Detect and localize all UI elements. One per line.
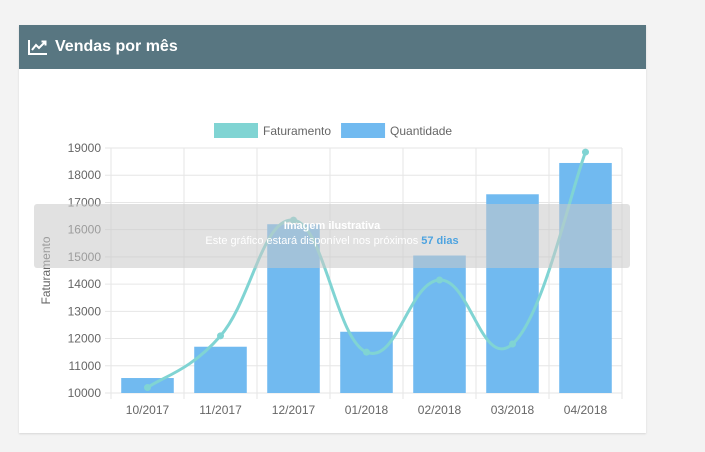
line-point	[582, 148, 589, 156]
x-tick-label: 02/2018	[418, 403, 462, 417]
y-tick-label: 18000	[68, 168, 102, 182]
chart-area: 1000011000120001300014000150001600017000…	[19, 69, 646, 433]
y-tick-label: 10000	[68, 386, 102, 400]
illustrative-overlay: Imagem ilustrativa Este gráfico estará d…	[34, 204, 630, 268]
line-point	[217, 332, 224, 340]
x-tick-label: 11/2017	[199, 403, 242, 417]
card-header: Vendas por mês	[19, 25, 646, 69]
line-point	[436, 276, 443, 284]
x-tick-label: 12/2017	[272, 403, 316, 417]
overlay-title: Imagem ilustrativa	[283, 220, 381, 232]
legend-swatch	[214, 123, 258, 138]
line-chart-icon	[28, 39, 48, 55]
legend-label: Faturamento	[263, 124, 331, 138]
y-tick-label: 11000	[69, 359, 102, 373]
bar	[413, 255, 466, 393]
line-point	[363, 348, 370, 356]
x-tick-label: 01/2018	[345, 403, 389, 417]
overlay-message: Este gráfico estará disponível nos próxi…	[34, 234, 630, 249]
y-tick-label: 19000	[68, 141, 102, 155]
sales-card: Vendas por mês 10000 11000 12000 13000 14000…	[19, 25, 646, 433]
line-point	[509, 340, 516, 348]
bar	[340, 331, 393, 393]
x-tick-label: 03/2018	[491, 403, 535, 417]
overlay-highlight: 57 dias	[421, 235, 459, 247]
line-point	[144, 384, 151, 392]
bar	[559, 162, 612, 393]
legend-swatch	[341, 123, 386, 138]
legend-label: Quantidade	[390, 124, 452, 138]
x-tick-label: 10/2017	[126, 403, 170, 417]
y-tick-label: 12000	[68, 332, 102, 346]
x-tick-label: 04/2018	[564, 403, 608, 417]
card-title: Vendas por mês	[55, 38, 178, 55]
y-tick-label: 13000	[68, 304, 102, 318]
overlay-message-text: Este gráfico estará disponível nos próxi…	[205, 235, 419, 247]
y-tick-label: 14000	[68, 277, 102, 291]
